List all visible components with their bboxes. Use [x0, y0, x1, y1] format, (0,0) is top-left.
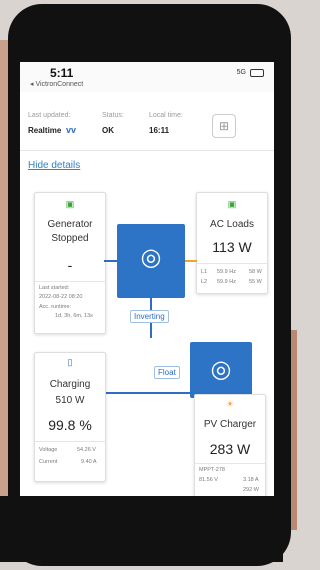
phone-bottom-bezel: [0, 496, 283, 562]
clock: 5:11: [50, 66, 74, 80]
info-bar: Last updated: Realtime vv Status: OK Loc…: [20, 102, 274, 151]
local-time-value: 16:11: [149, 126, 170, 135]
ac-loads-card[interactable]: ▣ AC Loads 113 W L1 59.9 Hz 58 W L2 59.9…: [196, 192, 268, 294]
battery-soc: 99.8 %: [48, 417, 92, 433]
scan-icon[interactable]: ⊞: [212, 114, 236, 138]
signal-indicator: 5G: [236, 69, 246, 76]
ac-loads-freq: 59.9 Hz: [217, 279, 236, 285]
acc-runtime-value: 1d, 3h, 6m, 13s: [55, 313, 93, 319]
last-started-value: 2022-08-22 08:20: [39, 294, 83, 300]
pv-charger-divider: [195, 463, 265, 464]
inverter-charger[interactable]: ◎: [117, 224, 185, 298]
status-label: Status:: [102, 112, 124, 119]
back-to-app-link[interactable]: ◂ VictronConnect: [30, 80, 83, 88]
last-started-label: Last started:: [39, 285, 70, 291]
pv-charger-value: 283 W: [209, 441, 251, 457]
battery-to-charger-line: [104, 392, 192, 394]
voltage-value: 54.26 V: [77, 447, 96, 453]
last-updated-label: Last updated:: [28, 112, 71, 119]
generator-title-line1: Generator: [47, 219, 93, 230]
current-value: 9.40 A: [81, 459, 97, 465]
victron-logo-icon: ◎: [140, 244, 162, 271]
sun-icon: ☀: [225, 399, 235, 409]
inverter-state-badge: Inverting: [130, 310, 169, 323]
generator-divider: [35, 281, 105, 282]
battery-charging-icon: ▯: [67, 357, 73, 367]
battery-title: Charging: [49, 379, 91, 390]
pv-charger-card[interactable]: ☀ PV Charger 283 W MPPT-278 81.56 V 3.18…: [194, 394, 266, 502]
status-bar: 5:11 ◂ VictronConnect 5G: [20, 62, 274, 92]
victron-logo-icon: ◎: [210, 356, 232, 383]
charger-state-badge: Float: [154, 366, 180, 379]
solar-charger-device[interactable]: ◎: [190, 342, 252, 398]
pv-voltage: 81.56 V: [199, 477, 218, 483]
battery-icon: [250, 69, 264, 77]
hide-details-link[interactable]: Hide details: [28, 160, 80, 171]
generator-value: -: [67, 257, 73, 273]
ac-loads-power: 55 W: [249, 279, 262, 285]
ac-loads-freq: 59.9 Hz: [217, 269, 236, 275]
ac-loads-phase: L1: [201, 269, 208, 275]
ac-loads-power: 58 W: [249, 269, 262, 275]
battery-card[interactable]: ▯ Charging 510 W 99.8 % Voltage 54.26 V …: [34, 352, 106, 482]
generator-to-inverter-line: [104, 260, 118, 262]
last-updated-value: Realtime: [28, 126, 62, 135]
inverter-to-loads-line: [185, 260, 197, 262]
pv-charger-title: PV Charger: [203, 419, 257, 430]
ac-loads-divider: [197, 263, 267, 264]
ac-loads-phase: L2: [201, 279, 208, 285]
battery-power: 510 W: [55, 395, 85, 406]
acc-runtime-label: Acc. runtime:: [39, 304, 72, 310]
status-value: OK: [102, 126, 114, 135]
current-label: Current: [39, 459, 58, 465]
pv-current: 3.18 A: [243, 477, 259, 483]
realtime-wave-icon: vv: [66, 125, 77, 135]
generator-title-line2: Stopped: [51, 233, 89, 244]
mppt-name: MPPT-278: [199, 467, 225, 473]
app-screen: 5:11 ◂ VictronConnect 5G Last updated: R…: [20, 62, 274, 510]
pv-power: 292 W: [243, 487, 259, 493]
battery-divider: [35, 441, 105, 442]
ac-loads-title: AC Loads: [210, 219, 254, 230]
ac-loads-icon: ▣: [227, 199, 237, 209]
generator-card[interactable]: ▣ Generator Stopped - Last started: 2022…: [34, 192, 106, 334]
local-time-label: Local time:: [149, 112, 183, 119]
generator-icon: ▣: [65, 199, 75, 209]
voltage-label: Voltage: [39, 447, 58, 453]
ac-loads-value: 113 W: [212, 239, 252, 255]
